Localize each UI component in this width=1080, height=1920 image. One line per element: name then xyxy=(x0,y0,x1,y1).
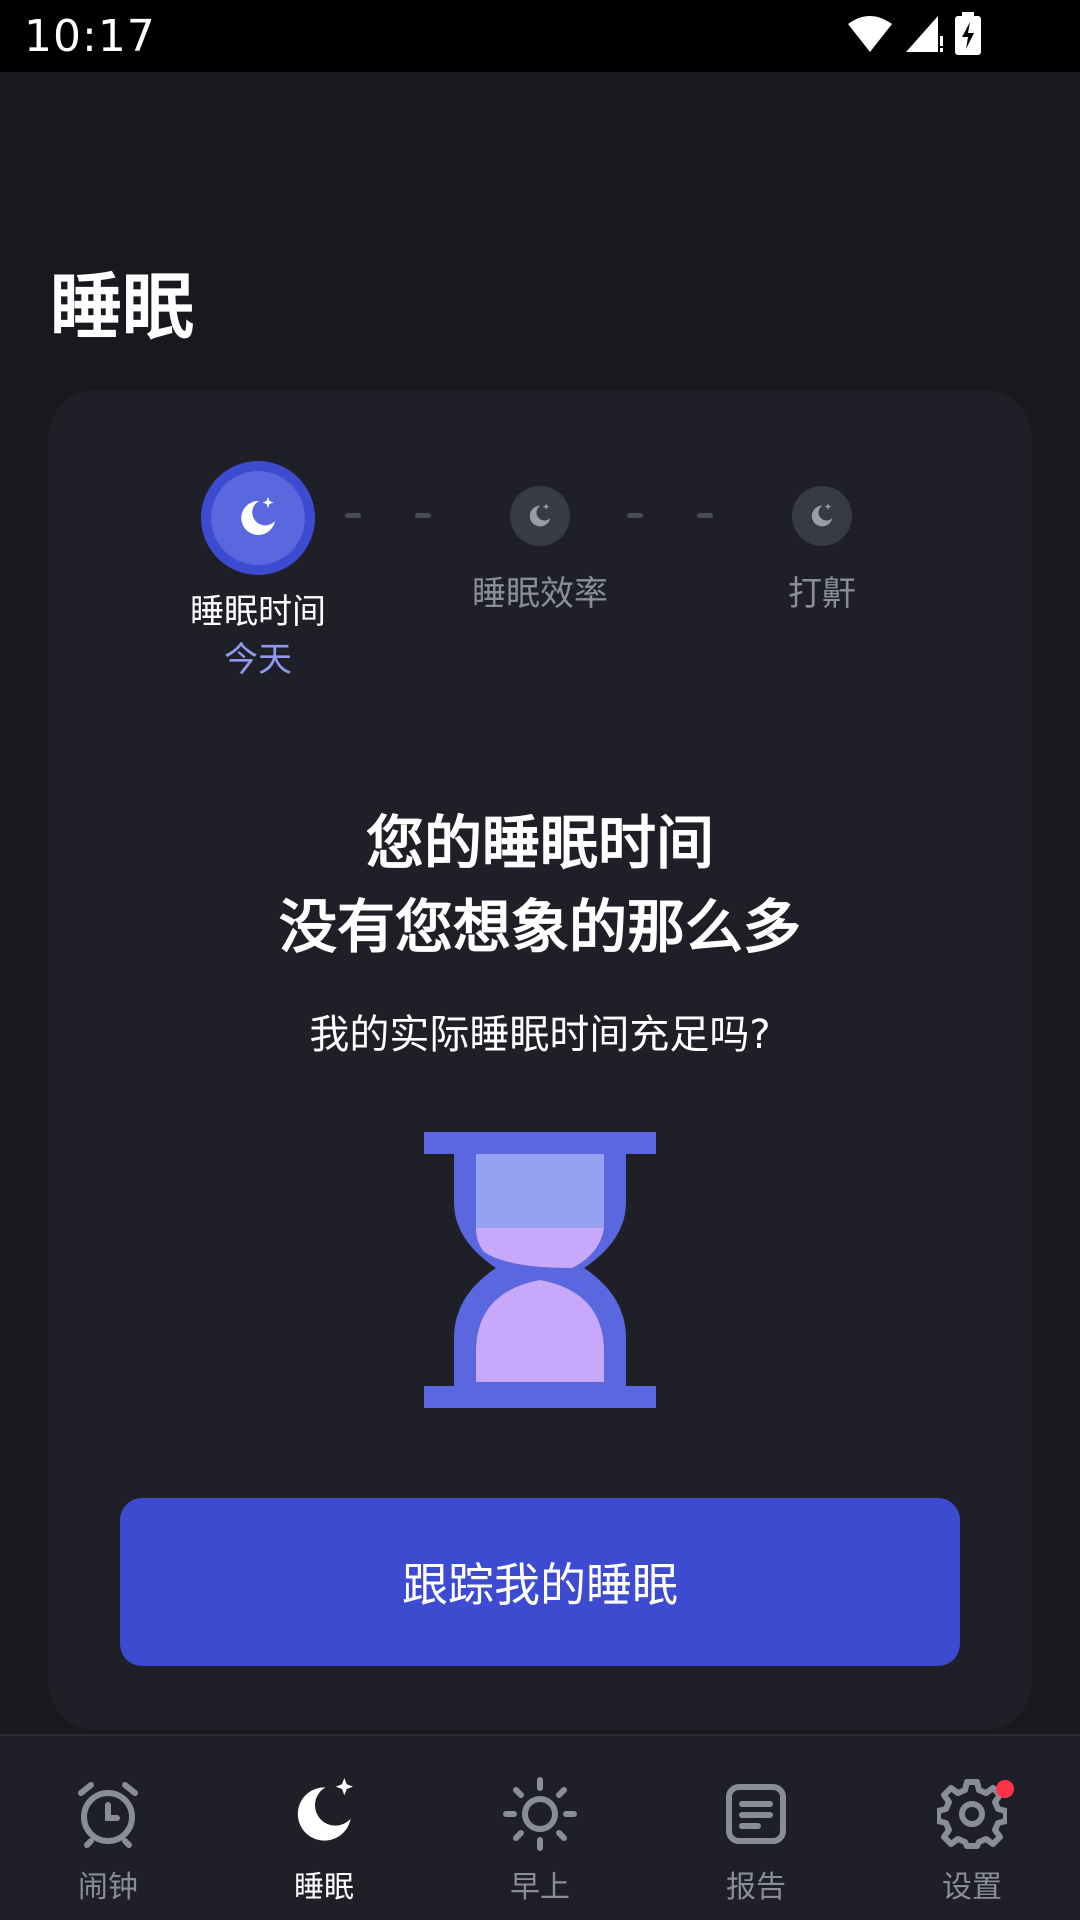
headline-line2: 没有您想象的那么多 xyxy=(278,893,801,961)
alarm-clock-icon xyxy=(70,1776,146,1852)
signal-icon xyxy=(904,14,944,58)
nav-item-morning[interactable]: 早上 xyxy=(432,1736,648,1920)
wifi-icon xyxy=(846,14,894,58)
nav-item-report[interactable]: 报告 xyxy=(648,1736,864,1920)
moon-star-icon xyxy=(811,503,833,527)
report-icon xyxy=(718,1776,794,1852)
step-sleep-efficiency-indicator[interactable] xyxy=(510,486,570,546)
step-connector xyxy=(627,513,643,518)
hourglass-icon xyxy=(424,1132,656,1408)
nav-item-alarm[interactable]: 闹钟 xyxy=(0,1736,216,1920)
page-title: 睡眠 xyxy=(50,265,195,349)
question-text: 我的实际睡眠时间充足吗? xyxy=(309,1012,771,1058)
step-sublabel-today: 今天 xyxy=(224,640,292,680)
nav-label-settings: 设置 xyxy=(942,1870,1002,1905)
status-bar: 10:17 xyxy=(0,0,1080,72)
headline-line1: 您的睡眠时间 xyxy=(365,809,714,877)
track-sleep-button[interactable]: 跟踪我的睡眠 xyxy=(120,1498,960,1666)
status-time: 10:17 xyxy=(24,10,156,62)
nav-label-alarm: 闹钟 xyxy=(78,1870,138,1905)
moon-star-icon xyxy=(286,1776,362,1852)
step-connector xyxy=(415,513,431,518)
nav-item-sleep[interactable]: 睡眠 xyxy=(216,1736,432,1920)
step-connector xyxy=(345,513,361,518)
step-sleep-time-indicator[interactable] xyxy=(201,461,315,575)
sun-icon xyxy=(502,1776,578,1852)
step-snoring-indicator[interactable] xyxy=(792,486,852,546)
nav-label-sleep: 睡眠 xyxy=(294,1870,354,1905)
step-label-sleep-time: 睡眠时间 xyxy=(190,592,326,632)
nav-label-morning: 早上 xyxy=(510,1870,570,1905)
bottom-nav: 闹钟 睡眠 早上 报告 设置 xyxy=(0,1734,1080,1920)
nav-item-settings[interactable]: 设置 xyxy=(864,1736,1080,1920)
step-label-sleep-efficiency: 睡眠效率 xyxy=(472,574,608,614)
status-icons xyxy=(846,12,982,60)
moon-star-icon xyxy=(241,497,275,535)
moon-star-icon xyxy=(529,503,551,527)
step-label-snoring: 打鼾 xyxy=(788,574,856,614)
battery-charging-icon xyxy=(954,12,982,60)
step-connector xyxy=(697,513,713,518)
notification-badge xyxy=(996,1780,1014,1798)
nav-label-report: 报告 xyxy=(726,1870,786,1905)
